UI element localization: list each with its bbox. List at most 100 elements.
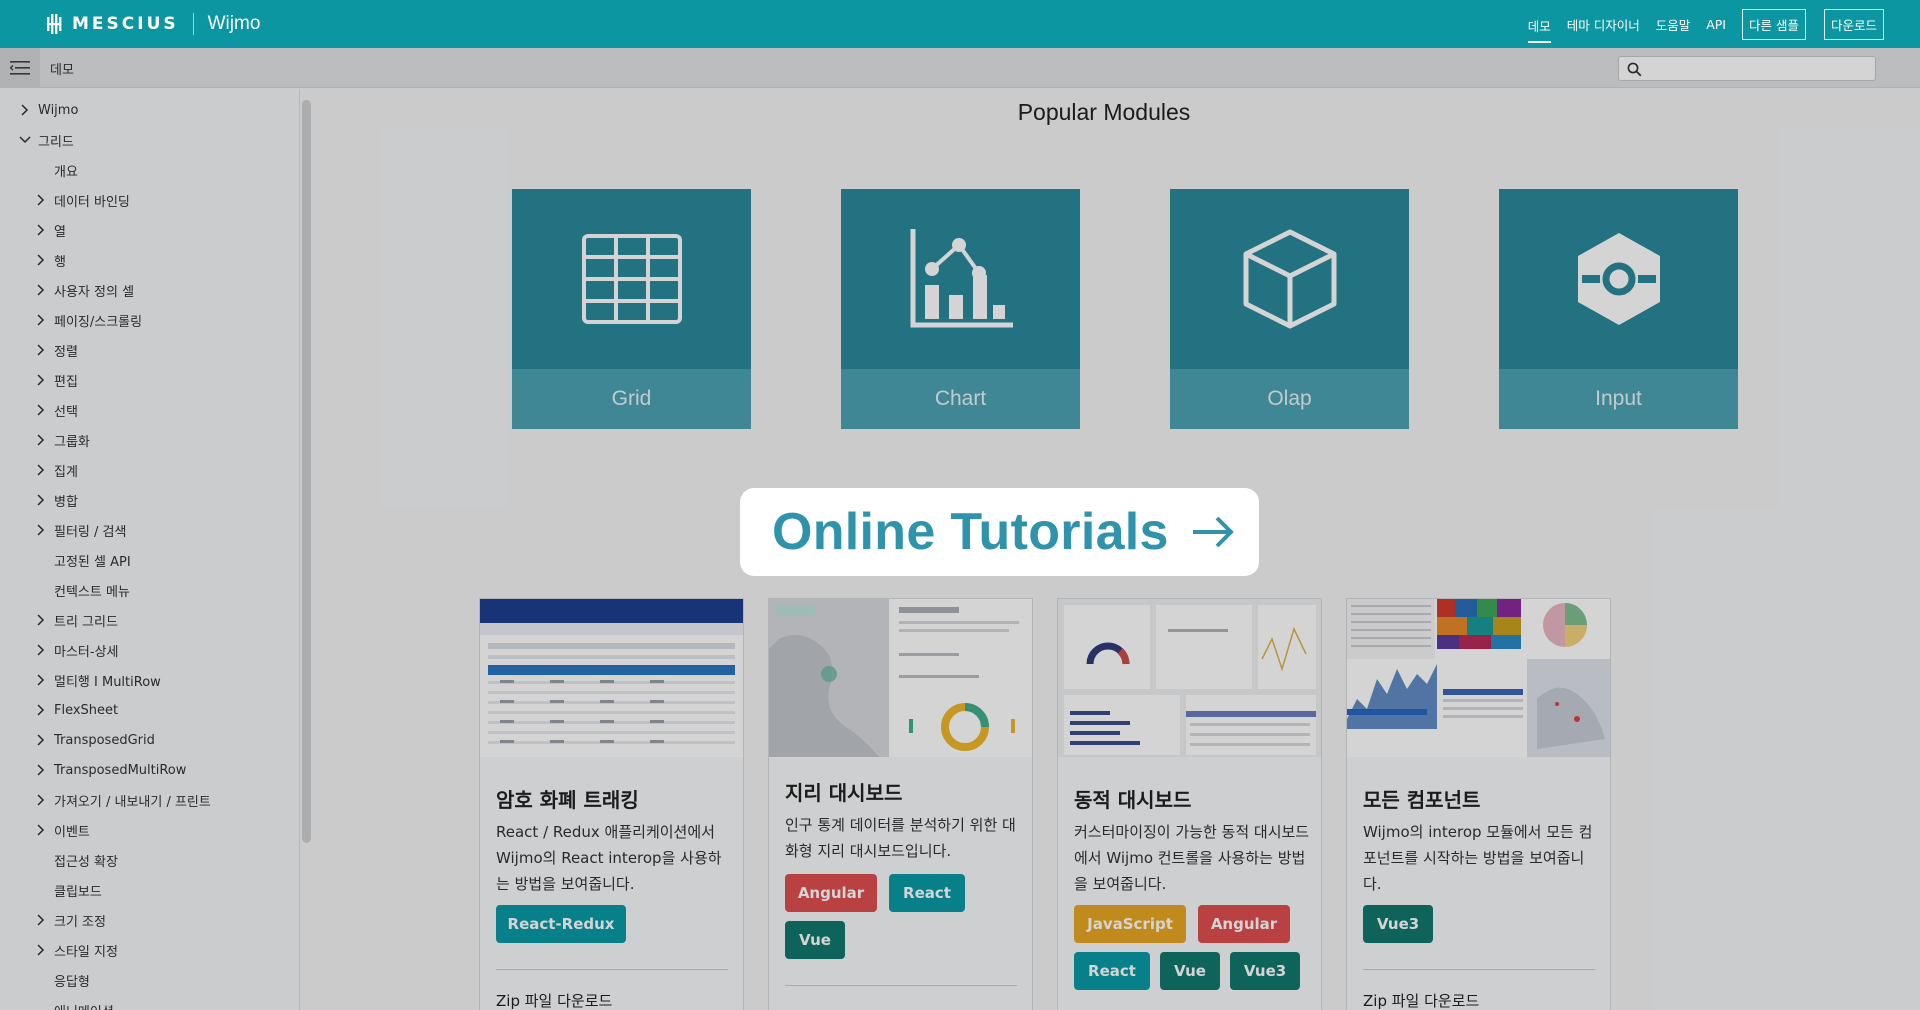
sidebar-tree-item[interactable]: 페이징/스크롤링 xyxy=(34,310,142,330)
search-box[interactable] xyxy=(1618,56,1876,81)
chevron-right-icon[interactable] xyxy=(34,913,48,927)
chevron-right-icon[interactable] xyxy=(34,193,48,207)
module-label: Chart xyxy=(841,369,1080,429)
chevron-right-icon[interactable] xyxy=(34,733,48,747)
card-divider xyxy=(785,985,1017,986)
sidebar-tree-item[interactable]: Wijmo xyxy=(18,100,78,120)
download-button[interactable]: 다운로드 xyxy=(1823,8,1884,40)
sidebar-tree-item[interactable]: 필터링 / 검색 xyxy=(34,520,126,540)
tag-vue3[interactable]: Vue3 xyxy=(1230,952,1300,990)
nav-demo[interactable]: 데모 xyxy=(1527,12,1551,43)
chevron-right-icon[interactable] xyxy=(34,313,48,327)
chevron-right-icon[interactable] xyxy=(34,943,48,957)
sidebar-tree-item[interactable]: 클립보드 xyxy=(34,880,102,900)
sidebar-tree-item[interactable]: 애니메이션 xyxy=(34,1000,114,1010)
module-tile-grid[interactable]: Grid xyxy=(512,189,751,429)
sidebar-tree-item[interactable]: 정렬 xyxy=(34,340,78,360)
sidebar-item-label: 그리드 xyxy=(38,134,74,150)
sidebar-tree-item[interactable]: 컨텍스트 메뉴 xyxy=(34,580,130,600)
chevron-right-icon[interactable] xyxy=(34,343,48,357)
chevron-right-icon[interactable] xyxy=(34,763,48,777)
chevron-right-icon[interactable] xyxy=(18,103,32,117)
tag-vue[interactable]: Vue xyxy=(785,921,845,959)
sidebar-tree-item[interactable]: 멀티행 I MultiRow xyxy=(34,670,161,690)
chevron-down-icon[interactable] xyxy=(18,133,32,147)
sidebar-tree-item[interactable]: 응답형 xyxy=(34,970,90,990)
sidebar-tree-item[interactable]: 이벤트 xyxy=(34,820,90,840)
sidebar-tree-item[interactable]: TransposedMultiRow xyxy=(34,760,186,780)
sidebar-item-label: 그룹화 xyxy=(54,434,90,450)
sidebar-tree-item[interactable]: 행 xyxy=(34,250,66,270)
tutorial-card-dynamic[interactable]: 동적 대시보드 커스터마이징이 가능한 동적 대시보드에서 Wijmo 컨트롤을… xyxy=(1057,598,1322,1010)
sidebar-tree-item[interactable]: 그룹화 xyxy=(34,430,90,450)
tag-javascript[interactable]: JavaScript xyxy=(1074,905,1186,943)
chevron-right-icon[interactable] xyxy=(34,613,48,627)
sidebar-tree-item[interactable]: 선택 xyxy=(34,400,78,420)
other-samples-button[interactable]: 다른 샘플 xyxy=(1742,8,1806,40)
menu-toggle-button[interactable] xyxy=(0,48,40,88)
tag-react[interactable]: React xyxy=(889,874,965,912)
chevron-right-icon[interactable] xyxy=(34,253,48,267)
sidebar-tree-item[interactable]: TransposedGrid xyxy=(34,730,155,750)
chevron-right-icon[interactable] xyxy=(34,373,48,387)
sidebar-tree-item[interactable]: 병합 xyxy=(34,490,78,510)
tag-angular[interactable]: Angular xyxy=(785,874,877,912)
module-tile-olap[interactable]: Olap xyxy=(1170,189,1409,429)
chevron-right-icon[interactable] xyxy=(34,493,48,507)
search-input[interactable] xyxy=(1647,59,1867,78)
chevron-right-icon[interactable] xyxy=(34,223,48,237)
online-tutorials-button[interactable]: Online Tutorials xyxy=(740,488,1259,576)
chevron-right-icon[interactable] xyxy=(34,523,48,537)
sidebar-scrollbar[interactable] xyxy=(302,100,311,843)
section-title: Popular Modules xyxy=(1017,99,1191,125)
chevron-right-icon[interactable] xyxy=(34,463,48,477)
nav-api[interactable]: API xyxy=(1706,13,1726,36)
module-tile-input[interactable]: Input xyxy=(1499,189,1738,429)
chevron-right-icon[interactable] xyxy=(34,703,48,717)
sidebar-tree-item[interactable]: 데이터 바인딩 xyxy=(34,190,130,210)
tag-vue[interactable]: Vue xyxy=(1160,952,1220,990)
chevron-right-icon[interactable] xyxy=(34,643,48,657)
sidebar-tree-item[interactable]: 고정된 셀 API xyxy=(34,550,131,570)
arrow-right-icon xyxy=(1193,516,1234,548)
chevron-right-icon[interactable] xyxy=(34,283,48,297)
nav-help[interactable]: 도움말 xyxy=(1656,11,1691,38)
sidebar-tree-item[interactable]: 집계 xyxy=(34,460,78,480)
sidebar-item-label: 트리 그리드 xyxy=(54,614,118,630)
tutorial-card-geo[interactable]: 지리 대시보드 인구 통계 데이터를 분석하기 위한 대화형 지리 대시보드입니… xyxy=(768,598,1033,1010)
chevron-right-icon[interactable] xyxy=(34,403,48,417)
brand-name: MESCIUS xyxy=(72,14,179,34)
brand[interactable]: MESCIUS Wijmo xyxy=(46,13,260,35)
module-tile-chart[interactable]: Chart xyxy=(841,189,1080,429)
zip-download-link[interactable]: Zip 파일 다운로드 xyxy=(496,990,612,1010)
tutorial-card-all-components[interactable]: 모든 컴포넌트 Wijmo의 interop 모듈에서 모든 컴포넌트를 시작하… xyxy=(1346,598,1611,1010)
sidebar-item-label: 개요 xyxy=(54,164,78,180)
sidebar-tree-item[interactable]: FlexSheet xyxy=(34,700,118,720)
chevron-right-icon[interactable] xyxy=(34,823,48,837)
tag-vue3[interactable]: Vue3 xyxy=(1363,905,1433,943)
zip-download-link[interactable]: Zip 파일 다운로드 xyxy=(1363,990,1479,1010)
tutorial-card-crypto[interactable]: 암호 화폐 트래킹 React / Redux 애플리케이션에서 Wijmo의 … xyxy=(479,598,744,1010)
tag-angular[interactable]: Angular xyxy=(1198,905,1290,943)
mescius-logo-icon xyxy=(47,14,62,34)
sidebar-tree-item[interactable]: 그리드 xyxy=(18,130,74,150)
sidebar-tree-item[interactable]: 접근성 확장 xyxy=(34,850,118,870)
module-icon-area xyxy=(1170,189,1409,369)
sidebar-tree-item[interactable]: 열 xyxy=(34,220,66,240)
sidebar-tree-item[interactable]: 트리 그리드 xyxy=(34,610,118,630)
sidebar-tree-item[interactable]: 가져오기 / 내보내기 / 프린트 xyxy=(34,790,211,810)
sidebar-tree-item[interactable]: 크기 조정 xyxy=(34,910,106,930)
nav-theme-designer[interactable]: 테마 디자이너 xyxy=(1567,11,1640,38)
sidebar-tree-item[interactable]: 마스터-상세 xyxy=(34,640,119,660)
chevron-right-icon[interactable] xyxy=(34,793,48,807)
chevron-right-icon[interactable] xyxy=(34,433,48,447)
tag-react[interactable]: React xyxy=(1074,952,1150,990)
sidebar-item-label: 사용자 정의 셀 xyxy=(54,284,135,300)
sidebar-tree-item[interactable]: 사용자 정의 셀 xyxy=(34,280,134,300)
tag-react-redux[interactable]: React-Redux xyxy=(496,905,626,943)
sidebar-tree-item[interactable]: 스타일 지정 xyxy=(34,940,118,960)
sidebar-tree-item[interactable]: 편집 xyxy=(34,370,78,390)
chevron-right-icon[interactable] xyxy=(34,673,48,687)
sidebar-tree-item[interactable]: 개요 xyxy=(34,160,78,180)
sidebar-item-label: 열 xyxy=(54,224,66,240)
